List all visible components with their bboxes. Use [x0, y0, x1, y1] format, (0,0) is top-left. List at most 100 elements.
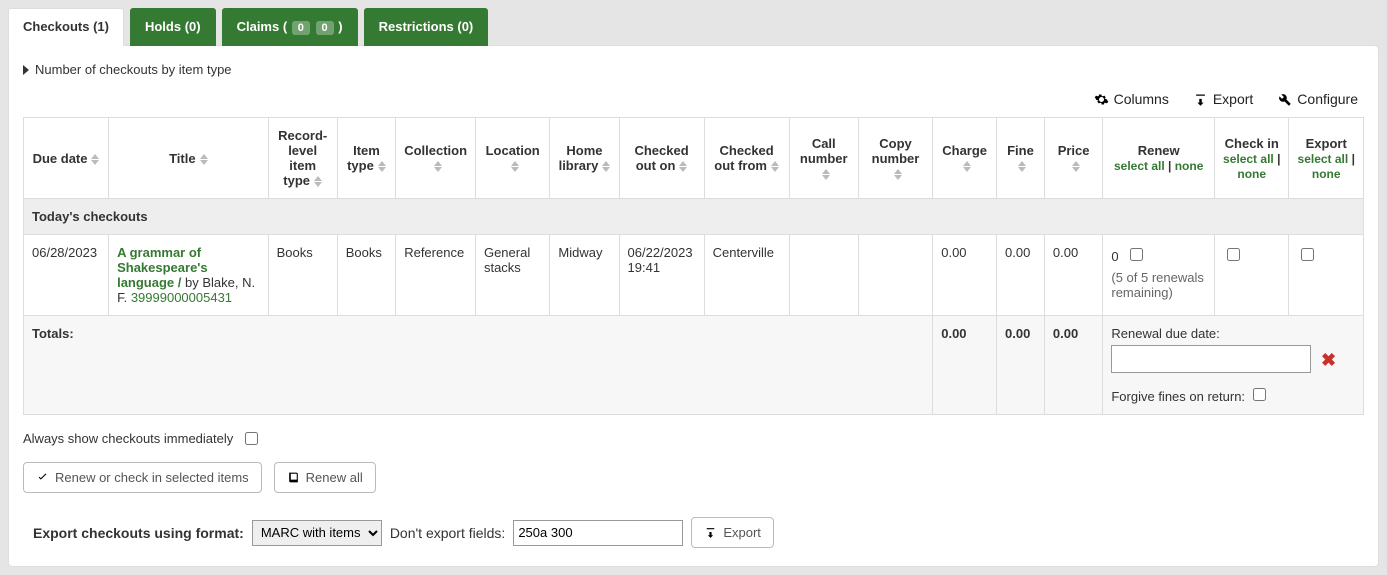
renew-count: 0 — [1111, 249, 1118, 264]
col-ch-label: Charge — [942, 143, 987, 158]
col-item-type[interactable]: Item type — [337, 118, 395, 199]
download-icon — [704, 526, 717, 539]
col-due-date[interactable]: Due date — [24, 118, 109, 199]
caret-right-icon — [23, 65, 29, 75]
tab-claims-label: Claims — [237, 19, 280, 34]
checkouts-panel: Number of checkouts by item type Columns… — [8, 45, 1379, 567]
cell-item-type: Books — [337, 235, 395, 316]
col-renew-label: Renew — [1138, 143, 1180, 158]
export-button[interactable]: Export — [691, 517, 774, 548]
always-show-row: Always show checkouts immediately — [23, 429, 1364, 448]
checkin-select-none[interactable]: none — [1237, 167, 1266, 181]
clear-date-icon[interactable]: ✖ — [1321, 350, 1336, 371]
col-call-number[interactable]: Call number — [789, 118, 858, 199]
export-select-all[interactable]: select all — [1298, 152, 1349, 166]
cell-due-date: 06/28/2023 — [24, 235, 109, 316]
renew-select-none[interactable]: none — [1175, 159, 1204, 173]
totals-label: Totals: — [24, 316, 933, 415]
always-show-label: Always show checkouts immediately — [23, 431, 233, 446]
columns-label: Columns — [1114, 91, 1169, 107]
col-record-item-type[interactable]: Record-level item type — [268, 118, 337, 199]
export-label: Export checkouts using format: — [33, 525, 244, 541]
sort-icon — [963, 160, 971, 173]
col-loc-label: Location — [486, 143, 540, 158]
configure-label: Configure — [1297, 91, 1358, 107]
col-export-label: Export — [1306, 136, 1347, 151]
col-check-in: Check in select all | none — [1215, 118, 1289, 199]
col-hl-label: Home library — [559, 143, 603, 173]
cell-title: A grammar of Shakespeare's language / by… — [109, 235, 269, 316]
claims-badge-2: 0 — [316, 21, 334, 35]
renew-checkin-button[interactable]: Renew or check in selected items — [23, 462, 262, 493]
forgive-fines-checkbox[interactable] — [1253, 388, 1266, 401]
tab-restrictions[interactable]: Restrictions (0) — [364, 8, 489, 46]
cell-call-number — [789, 235, 858, 316]
col-copy-number[interactable]: Copy number — [858, 118, 932, 199]
tab-holds[interactable]: Holds (0) — [130, 8, 216, 46]
checkin-select-all[interactable]: select all — [1223, 152, 1274, 166]
cell-renew: 0 (5 of 5 renewals remaining) — [1103, 235, 1215, 316]
renew-remaining: (5 of 5 renewals remaining) — [1111, 270, 1206, 300]
col-title[interactable]: Title — [109, 118, 269, 199]
cell-check-in — [1215, 235, 1289, 316]
tab-checkouts[interactable]: Checkouts (1) — [8, 8, 124, 46]
col-coll-label: Collection — [404, 143, 467, 158]
renewal-due-label: Renewal due date: — [1111, 326, 1355, 341]
renew-all-button[interactable]: Renew all — [274, 462, 376, 493]
barcode-link[interactable]: 39999000005431 — [131, 290, 232, 305]
cell-home-library: Midway — [550, 235, 619, 316]
download-icon — [1193, 92, 1208, 107]
col-location[interactable]: Location — [475, 118, 549, 199]
wrench-icon — [1277, 92, 1292, 107]
renew-checkbox[interactable] — [1130, 248, 1143, 261]
columns-button[interactable]: Columns — [1094, 91, 1169, 107]
col-title-label: Title — [169, 151, 196, 166]
col-collection[interactable]: Collection — [396, 118, 476, 199]
renew-checkin-label: Renew or check in selected items — [55, 470, 249, 485]
totals-fine: 0.00 — [997, 316, 1045, 415]
pipe: | — [1277, 152, 1280, 166]
col-home-library[interactable]: Home library — [550, 118, 619, 199]
renewal-due-date-input[interactable] — [1111, 345, 1311, 373]
col-pr-label: Price — [1058, 143, 1090, 158]
configure-button[interactable]: Configure — [1277, 91, 1358, 107]
always-show-checkbox[interactable] — [245, 432, 258, 445]
col-checkin-label: Check in — [1225, 136, 1279, 151]
checkouts-table: Due date Title Record-level item type It… — [23, 117, 1364, 415]
sort-icon — [1018, 160, 1026, 173]
check-icon — [36, 471, 49, 484]
sort-icon — [679, 160, 687, 173]
tab-claims[interactable]: Claims ( 0 0 ) — [222, 8, 358, 46]
dont-export-input[interactable] — [513, 520, 683, 546]
export-tool-button[interactable]: Export — [1193, 91, 1253, 107]
cell-price: 0.00 — [1044, 235, 1102, 316]
totals-price: 0.00 — [1044, 316, 1102, 415]
col-price[interactable]: Price — [1044, 118, 1102, 199]
col-it-label: Item type — [347, 143, 380, 173]
section-header: Today's checkouts — [24, 199, 1364, 235]
export-checkbox[interactable] — [1301, 248, 1314, 261]
col-cn-label: Call number — [800, 136, 848, 166]
item-type-expander[interactable]: Number of checkouts by item type — [23, 58, 1364, 87]
export-select-none[interactable]: none — [1312, 167, 1341, 181]
renewal-box: Renewal due date: ✖ Forgive fines on ret… — [1103, 316, 1364, 415]
col-checked-out-from[interactable]: Checked out from — [704, 118, 789, 199]
col-fn-label: Fine — [1007, 143, 1034, 158]
export-tool-label: Export — [1213, 91, 1253, 107]
totals-charge: 0.00 — [933, 316, 997, 415]
cell-export — [1289, 235, 1364, 316]
col-fine[interactable]: Fine — [997, 118, 1045, 199]
renew-select-all[interactable]: select all — [1114, 159, 1165, 173]
forgive-fines-label: Forgive fines on return: — [1111, 389, 1245, 404]
export-format-select[interactable]: MARC with items — [252, 520, 382, 546]
col-charge[interactable]: Charge — [933, 118, 997, 199]
col-cf-label: Checked out from — [714, 143, 773, 173]
pipe: | — [1352, 152, 1355, 166]
col-export: Export select all | none — [1289, 118, 1364, 199]
tab-strip: Checkouts (1) Holds (0) Claims ( 0 0 ) R… — [8, 8, 1379, 46]
col-checked-out-on[interactable]: Checked out on — [619, 118, 704, 199]
sort-icon — [378, 160, 386, 173]
checkin-checkbox[interactable] — [1227, 248, 1240, 261]
cell-record-item-type: Books — [268, 235, 337, 316]
sort-icon — [822, 168, 830, 181]
